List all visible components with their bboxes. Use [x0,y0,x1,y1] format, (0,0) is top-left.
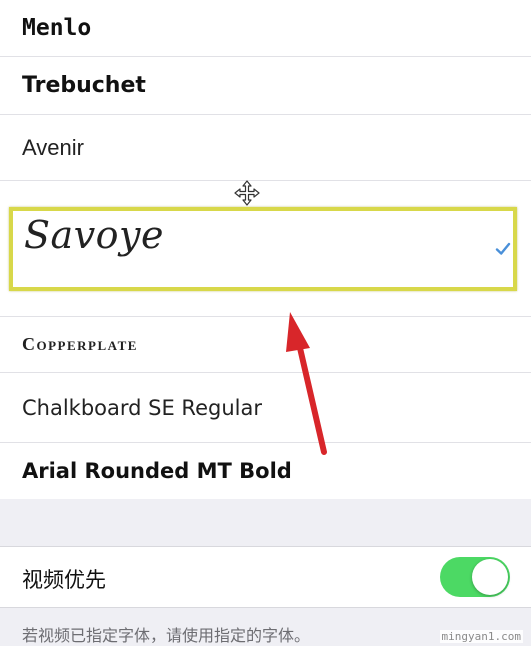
watermark: mingyan1.com [439,630,523,643]
footer-note: 若视频已指定字体，请使用指定的字体。 [22,626,311,645]
font-item-label: Copperplate [22,334,138,354]
font-item-trebuchet[interactable]: Trebuchet [0,57,531,115]
font-item-label: Avenir [22,134,84,160]
font-item-label: Trebuchet [22,73,146,98]
font-item-label: Arial Rounded MT Bold [22,459,292,483]
font-item-menlo[interactable]: Menlo [0,0,531,57]
video-priority-row: 视频优先 [0,546,531,608]
font-item-copperplate[interactable]: Copperplate [0,317,531,373]
checkmark-icon [495,242,511,255]
font-item-label: Chalkboard SE Regular [22,395,262,420]
video-priority-label: 视频优先 [22,568,106,592]
toggle-knob [472,559,508,595]
font-item-label: Menlo [22,15,92,41]
video-priority-toggle[interactable] [440,557,510,597]
footer-area: 若视频已指定字体，请使用指定的字体。 mingyan1.com [0,608,531,646]
section-gap [0,499,531,546]
font-item-savoye[interactable]: Savoye [0,181,531,317]
move-cursor-icon [234,180,260,206]
font-item-label: Savoye [24,213,164,257]
font-item-avenir[interactable]: Avenir [0,115,531,181]
font-item-arial-rounded[interactable]: Arial Rounded MT Bold [0,443,531,499]
red-arrow-icon [286,312,327,455]
font-item-chalkboard[interactable]: Chalkboard SE Regular [0,373,531,443]
